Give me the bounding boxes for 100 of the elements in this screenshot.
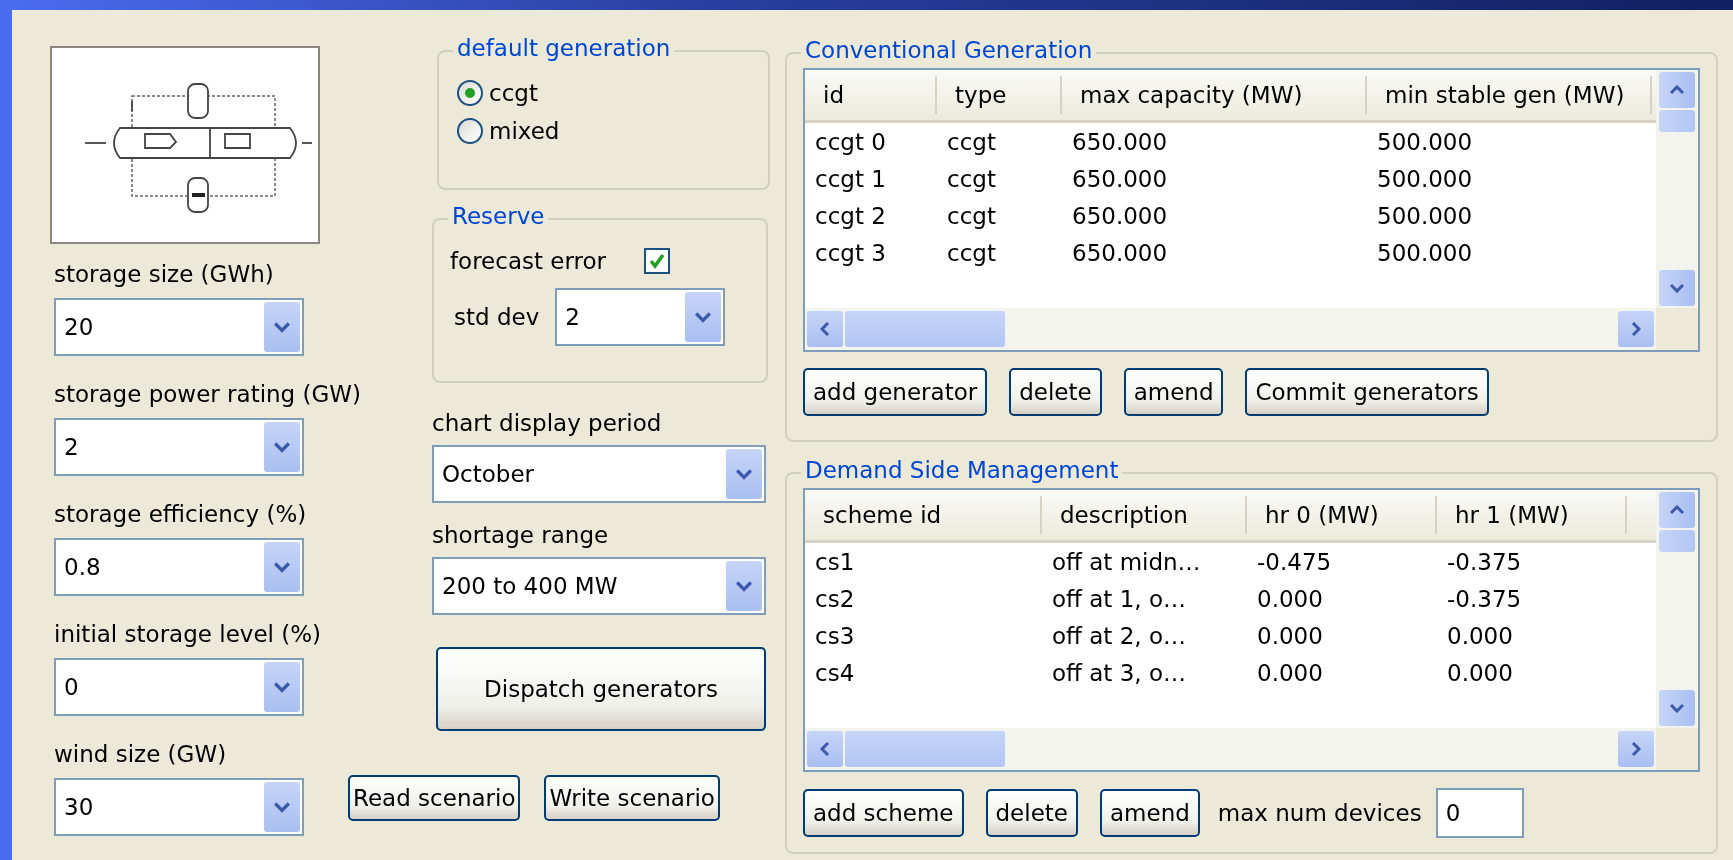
scroll-up-button[interactable] [1659, 72, 1695, 108]
dropdown-field[interactable]: 0.8 [54, 538, 304, 596]
scrollbar-thumb[interactable] [1659, 530, 1695, 552]
table-cell-text: 500.000 [1376, 165, 1474, 192]
chevron-down-icon [695, 311, 712, 323]
table-cell-text: -0.375 [1446, 585, 1523, 612]
table-action-button[interactable]: amend [1123, 368, 1224, 416]
chevron-down-icon [274, 441, 290, 453]
column-header[interactable]: hr 0 (MW) [1247, 496, 1437, 534]
dropdown-button[interactable] [264, 542, 300, 592]
field-label: storage power rating (GW) [53, 380, 363, 408]
scrollbar-corner [1656, 728, 1698, 770]
chevron-left-icon [820, 322, 830, 336]
scrollbar-corner [1656, 308, 1698, 350]
table-action-button[interactable]: delete [985, 789, 1078, 837]
table-action-button[interactable]: amend [1100, 789, 1200, 837]
field-label: initial storage level (%) [53, 620, 323, 648]
table-cell-text: cs3 [814, 622, 856, 649]
dropdown-button[interactable] [264, 422, 300, 472]
table-cell-text: 0.000 [1446, 659, 1514, 686]
dropdown-button[interactable] [264, 302, 300, 352]
dropdown-button[interactable] [726, 449, 762, 499]
table-cell-text: cs4 [814, 659, 856, 686]
dropdown-field[interactable]: 200 to 400 MW [432, 557, 766, 615]
radio-button[interactable] [457, 118, 483, 144]
dropdown-button[interactable] [264, 782, 300, 832]
table-cell-text: 650.000 [1071, 165, 1169, 192]
radio-label[interactable]: ccgt [489, 80, 538, 106]
check-icon [647, 251, 667, 271]
table-cell-text: off at 3, o… [1051, 659, 1187, 686]
chevron-down-icon [1670, 703, 1684, 713]
field-label: storage efficiency (%) [53, 500, 308, 528]
table-cell-text: 0.000 [1256, 622, 1324, 649]
table-action-button[interactable]: Commit generators [1245, 368, 1489, 416]
radio-button[interactable] [457, 80, 483, 106]
column-header[interactable]: description [1042, 496, 1247, 534]
table-cell-text: ccgt [946, 239, 997, 266]
column-header[interactable]: max capacity (MW) [1062, 76, 1367, 114]
table-action-button[interactable]: add generator [803, 368, 988, 416]
table-cell-text: ccgt 1 [814, 165, 887, 192]
table-cell-text: off at midn… [1051, 548, 1202, 575]
dropdown-button[interactable] [264, 662, 300, 712]
scrollbar-thumb[interactable] [1659, 110, 1695, 132]
scrollbar-thumb[interactable] [845, 731, 1005, 767]
scenario-button[interactable]: Read scenario [348, 775, 521, 821]
table-cell-text: -0.475 [1256, 548, 1333, 575]
table-action-button[interactable]: add scheme [803, 789, 964, 837]
table-action-button[interactable]: delete [1009, 368, 1102, 416]
horizontal-scrollbar[interactable] [805, 308, 1656, 350]
table-cell-text: ccgt 2 [814, 202, 887, 229]
dropdown-button[interactable] [726, 561, 762, 611]
checkbox[interactable] [644, 248, 670, 274]
scroll-right-button[interactable] [1618, 311, 1654, 347]
scrollbar-thumb[interactable] [845, 311, 1005, 347]
table-cell-text: ccgt [946, 165, 997, 192]
dropdown-field[interactable]: 30 [54, 778, 304, 836]
dropdown-field[interactable]: 2 [555, 288, 726, 346]
table-cell-text: 0.000 [1256, 659, 1324, 686]
chevron-up-icon [1670, 505, 1684, 515]
dropdown-field[interactable]: 2 [54, 418, 304, 476]
column-header[interactable]: hr 1 (MW) [1437, 496, 1627, 534]
chevron-up-icon [1670, 85, 1684, 95]
vertical-scrollbar[interactable] [1656, 70, 1698, 350]
scroll-left-button[interactable] [807, 731, 843, 767]
chevron-down-icon [274, 321, 290, 333]
table-cell-text: 650.000 [1071, 128, 1169, 155]
scroll-down-button[interactable] [1659, 270, 1695, 306]
scroll-right-button[interactable] [1618, 731, 1654, 767]
dispatch-button[interactable]: Dispatch generators [436, 647, 766, 731]
table-cell-text: cs1 [814, 548, 856, 575]
scroll-up-button[interactable] [1659, 492, 1695, 528]
scroll-left-button[interactable] [807, 311, 843, 347]
scroll-down-button[interactable] [1659, 690, 1695, 726]
field-label: max num devices [1217, 800, 1422, 826]
dropdown-button[interactable] [685, 292, 722, 342]
dropdown-field[interactable]: 20 [54, 298, 304, 356]
column-header[interactable]: type [937, 76, 1062, 114]
chevron-down-icon [736, 468, 752, 480]
table-cell-text: ccgt 3 [814, 239, 887, 266]
table-cell-text: 500.000 [1376, 128, 1474, 155]
column-header[interactable]: min stable gen (MW) [1367, 76, 1652, 114]
table-cell-text: off at 2, o… [1051, 622, 1187, 649]
checkbox-label: forecast error [450, 248, 606, 274]
table-cell-text: off at 1, o… [1051, 585, 1187, 612]
radio-label[interactable]: mixed [489, 118, 560, 144]
chevron-right-icon [1631, 322, 1641, 336]
column-header[interactable]: scheme id [805, 496, 1042, 534]
table-cell-text: 0.000 [1446, 622, 1514, 649]
table-cell-text: 650.000 [1071, 239, 1169, 266]
input-field[interactable]: 0 [1435, 788, 1524, 838]
table-cell-text: 0.000 [1256, 585, 1324, 612]
table-cell-text: cs2 [814, 585, 856, 612]
vertical-scrollbar[interactable] [1656, 490, 1698, 770]
dropdown-field[interactable]: 0 [54, 658, 304, 716]
field-label: wind size (GW) [53, 740, 228, 768]
dropdown-field[interactable]: October [432, 445, 766, 503]
table-cell-text: 500.000 [1376, 239, 1474, 266]
scenario-button[interactable]: Write scenario [544, 775, 720, 821]
horizontal-scrollbar[interactable] [805, 728, 1656, 770]
column-header[interactable]: id [805, 76, 937, 114]
